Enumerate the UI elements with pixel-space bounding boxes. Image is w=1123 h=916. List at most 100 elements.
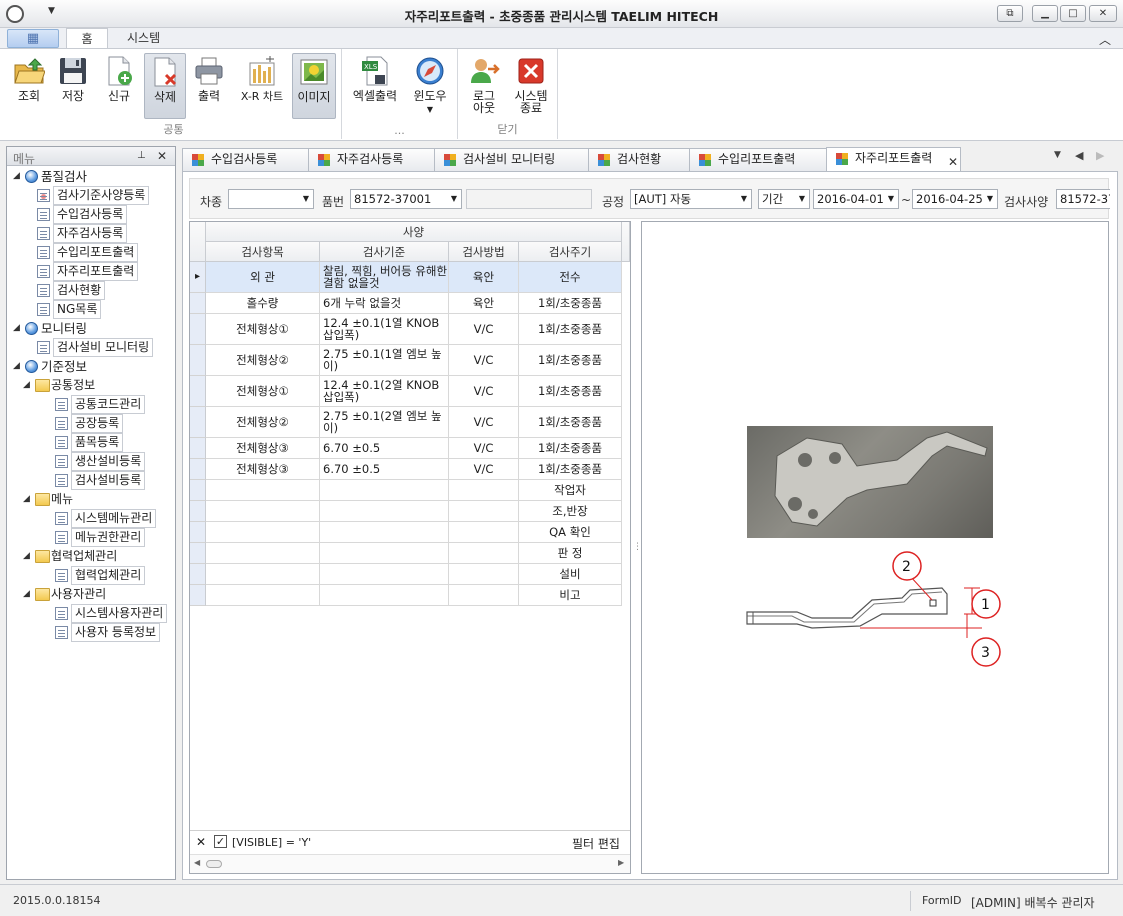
grid-cell[interactable]: 육안 [449, 293, 519, 314]
tree-item[interactable]: ◢ 협력업체관리 [7, 547, 175, 566]
row-indicator[interactable] [190, 407, 206, 438]
grid-cell[interactable] [449, 501, 519, 522]
grid-cell[interactable]: 6.70 ±0.5 [320, 438, 449, 459]
grid-cell[interactable]: 6.70 ±0.5 [320, 459, 449, 480]
grid-cell[interactable]: V/C [449, 376, 519, 407]
application-menu-button[interactable]: ▦ [7, 29, 59, 48]
tree-item[interactable]: 검사기준사양등록 [7, 186, 175, 205]
tree-item[interactable]: 수입검사등록 [7, 205, 175, 224]
grid-cell[interactable]: 12.4 ±0.1(2열 KNOB 삽입폭) [320, 376, 449, 407]
expand-arrow-icon[interactable]: ◢ [23, 376, 30, 395]
print-button[interactable]: 출력 [188, 53, 230, 119]
tree-item[interactable]: 공장등록 [7, 414, 175, 433]
grid-cell[interactable]: 찰림, 찍힘, 버어등 유해한 결함 없을것 [320, 262, 449, 293]
part-number-combo[interactable]: 81572-37001 ▼ [350, 189, 462, 209]
grid-cell[interactable] [320, 480, 449, 501]
row-indicator[interactable] [190, 564, 206, 585]
grid-cell[interactable] [449, 564, 519, 585]
tree-item[interactable]: 자주리포트출력 [7, 262, 175, 281]
date-from-picker[interactable]: 2016-04-01 ▼ [813, 189, 899, 209]
row-indicator[interactable] [190, 543, 206, 564]
grid-cell[interactable]: 육안 [449, 262, 519, 293]
doc-tab[interactable]: 수입검사등록 [182, 148, 309, 171]
grid-cell[interactable]: 외 관 [206, 262, 320, 293]
scroll-thumb[interactable] [206, 860, 222, 868]
grid-cell[interactable]: 2.75 ±0.1(1열 엠보 높이) [320, 345, 449, 376]
grid-cell[interactable]: 작업자 [519, 480, 622, 501]
grid-cell[interactable]: 전수 [519, 262, 622, 293]
logout-button[interactable]: 로그 아웃 [462, 53, 506, 119]
row-indicator[interactable] [190, 501, 206, 522]
tree-item[interactable]: ◢ 사용자관리 [7, 585, 175, 604]
grid-cell[interactable]: V/C [449, 407, 519, 438]
expand-arrow-icon[interactable]: ◢ [13, 357, 20, 376]
expand-arrow-icon[interactable]: ◢ [13, 319, 20, 338]
tree-item[interactable]: 메뉴권한관리 [7, 528, 175, 547]
grid-cell[interactable]: 1회/초중종품 [519, 345, 622, 376]
edit-filter-link[interactable]: 필터 편집 [572, 835, 620, 852]
tab-scroll-right-icon[interactable]: ▶ [1096, 149, 1104, 162]
tree-item[interactable]: ◢ 메뉴 [7, 490, 175, 509]
system-exit-button[interactable]: 시스템 종료 [508, 53, 554, 119]
image-button[interactable]: 이미지 [292, 53, 336, 119]
grid-cell[interactable] [449, 522, 519, 543]
excel-export-button[interactable]: XLS 엑셀출력 [346, 53, 404, 119]
grid-cell[interactable] [206, 522, 320, 543]
grid-cell[interactable] [449, 585, 519, 606]
row-indicator[interactable] [190, 585, 206, 606]
grid-cell[interactable]: V/C [449, 345, 519, 376]
tree-item[interactable]: 품목등록 [7, 433, 175, 452]
grid-cell[interactable]: 설비 [519, 564, 622, 585]
grid-cell[interactable]: 1회/초중종품 [519, 407, 622, 438]
grid-cell[interactable]: 1회/초중종품 [519, 376, 622, 407]
tree-item[interactable]: 시스템메뉴관리 [7, 509, 175, 528]
expand-arrow-icon[interactable]: ◢ [23, 547, 30, 566]
row-indicator[interactable] [190, 480, 206, 501]
grid-cell[interactable]: QA 확인 [519, 522, 622, 543]
grid-cell[interactable]: 전체형상③ [206, 459, 320, 480]
row-indicator[interactable] [190, 345, 206, 376]
close-tab-icon[interactable]: ✕ [948, 152, 958, 173]
row-indicator[interactable]: ▸ [190, 262, 206, 293]
xr-chart-button[interactable]: X-R 차트 [232, 53, 292, 119]
row-indicator[interactable] [190, 438, 206, 459]
grid-cell[interactable]: 전체형상① [206, 314, 320, 345]
grid-cell[interactable]: 6개 누락 없을것 [320, 293, 449, 314]
grid-cell[interactable]: V/C [449, 314, 519, 345]
spec-combo[interactable]: 81572-370 [1056, 189, 1110, 209]
app-logo-icon[interactable] [6, 5, 24, 23]
row-indicator[interactable] [190, 376, 206, 407]
grid-cell[interactable]: V/C [449, 438, 519, 459]
grid-cell[interactable]: 1회/초중종품 [519, 459, 622, 480]
row-indicator[interactable] [190, 459, 206, 480]
expand-arrow-icon[interactable]: ◢ [13, 167, 20, 186]
ribbon-tab-home[interactable]: 홈 [66, 28, 108, 49]
part-name-field[interactable] [466, 189, 592, 209]
window-button[interactable]: 윈도우 ▼ [406, 53, 454, 119]
search-button[interactable]: 조회 [8, 53, 50, 119]
tree-item[interactable]: ◢ 기준정보 [7, 357, 175, 376]
grid-cell[interactable]: 1회/초중종품 [519, 314, 622, 345]
ribbon-tab-system[interactable]: 시스템 [115, 28, 172, 49]
doc-tab[interactable]: 검사설비 모니터링 [434, 148, 589, 171]
grid-cell[interactable] [320, 564, 449, 585]
filter-enable-checkbox[interactable]: ✓ [214, 835, 227, 848]
scroll-left-icon[interactable]: ◀ [194, 858, 200, 867]
ribbon-collapse-icon[interactable]: ︿ [1099, 31, 1111, 48]
doc-tab[interactable]: 수입리포트출력 [689, 148, 827, 171]
grid-cell[interactable] [320, 522, 449, 543]
grid-cell[interactable] [320, 543, 449, 564]
grid-cell[interactable]: 2.75 ±0.1(2열 엠보 높이) [320, 407, 449, 438]
tree-item[interactable]: 검사현황 [7, 281, 175, 300]
scroll-right-icon[interactable]: ▶ [618, 858, 624, 867]
grid-cell[interactable] [449, 543, 519, 564]
doc-tab[interactable]: 검사현황 [588, 148, 690, 171]
column-header[interactable]: 검사방법 [449, 242, 519, 262]
horizontal-scrollbar[interactable]: ◀ ▶ [190, 854, 630, 873]
expand-arrow-icon[interactable]: ◢ [23, 490, 30, 509]
grid-cell[interactable]: 전체형상③ [206, 438, 320, 459]
tree-item[interactable]: 생산설비등록 [7, 452, 175, 471]
grid-cell[interactable] [206, 564, 320, 585]
quick-access-dropdown-icon[interactable]: ▼ [48, 6, 55, 16]
grid-cell[interactable] [320, 501, 449, 522]
